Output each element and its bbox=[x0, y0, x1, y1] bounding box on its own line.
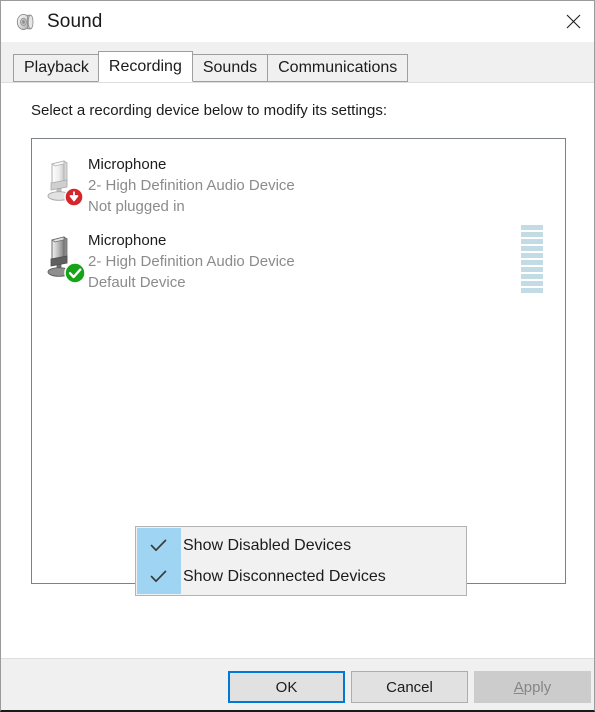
volume-meter-segment bbox=[521, 281, 543, 286]
device-description: 2- High Definition Audio Device bbox=[88, 177, 295, 194]
volume-meter-segment bbox=[521, 267, 543, 272]
microphone-disabled-icon bbox=[32, 153, 88, 209]
device-status: Default Device bbox=[88, 274, 186, 291]
tab-communications-label: Communications bbox=[278, 59, 398, 76]
window-title: Sound bbox=[47, 10, 103, 32]
volume-meter-segment bbox=[521, 253, 543, 258]
tab-sounds-label: Sounds bbox=[202, 59, 258, 76]
menu-item-show-disabled-devices[interactable]: Show Disabled Devices bbox=[136, 530, 466, 561]
menu-item-label: Show Disabled Devices bbox=[183, 536, 352, 554]
panel-prompt: Select a recording device below to modif… bbox=[31, 102, 388, 119]
volume-meter-segment bbox=[521, 225, 543, 230]
volume-meter-segment bbox=[521, 288, 543, 293]
device-status: Not plugged in bbox=[88, 198, 185, 215]
tab-panel-recording: Select a recording device below to modif… bbox=[1, 83, 594, 710]
volume-meter-segment bbox=[521, 239, 543, 244]
tab-recording[interactable]: Recording bbox=[97, 51, 193, 82]
cancel-button-label: Cancel bbox=[386, 678, 433, 696]
close-icon[interactable] bbox=[550, 1, 594, 42]
device-name: Microphone bbox=[88, 232, 167, 249]
device-list[interactable]: Microphone 2- High Definition Audio Devi… bbox=[31, 138, 567, 596]
list-item[interactable]: Microphone 2- High Definition Audio Devi… bbox=[32, 145, 567, 221]
volume-meter bbox=[521, 225, 543, 293]
speaker-icon bbox=[15, 11, 37, 33]
tab-communications[interactable]: Communications bbox=[267, 54, 409, 82]
context-menu[interactable]: Show Disabled Devices Show Disconnected … bbox=[135, 526, 467, 596]
volume-meter-segment bbox=[521, 260, 543, 265]
tab-strip: Playback Recording Sounds Communications bbox=[1, 42, 594, 83]
apply-rest: pply bbox=[523, 678, 552, 696]
device-name: Microphone bbox=[88, 156, 167, 173]
check-icon bbox=[136, 570, 180, 583]
device-text-block: Microphone 2- High Definition Audio Devi… bbox=[88, 229, 295, 293]
volume-meter-segment bbox=[521, 274, 543, 279]
apply-accel: A bbox=[513, 678, 524, 696]
volume-meter-segment bbox=[521, 232, 543, 237]
tab-playback-label: Playback bbox=[24, 59, 89, 76]
device-text-block: Microphone 2- High Definition Audio Devi… bbox=[88, 153, 295, 217]
volume-meter-segment bbox=[521, 246, 543, 251]
ok-button-label: OK bbox=[275, 678, 298, 696]
ok-button[interactable]: OK bbox=[228, 671, 345, 703]
check-icon bbox=[136, 539, 180, 552]
sound-dialog: Sound Playback Recording Sounds Communic… bbox=[0, 0, 595, 712]
list-item[interactable]: Microphone 2- High Definition Audio Devi… bbox=[32, 221, 567, 297]
tab-playback[interactable]: Playback bbox=[13, 54, 99, 82]
apply-button[interactable]: Apply bbox=[474, 671, 591, 703]
tab-recording-label: Recording bbox=[108, 57, 182, 75]
dialog-footer: OK Cancel Apply bbox=[1, 658, 594, 710]
microphone-icon bbox=[32, 229, 88, 285]
device-description: 2- High Definition Audio Device bbox=[88, 253, 295, 270]
menu-item-label: Show Disconnected Devices bbox=[183, 567, 386, 585]
menu-item-show-disconnected-devices[interactable]: Show Disconnected Devices bbox=[136, 561, 466, 592]
title-bar: Sound bbox=[1, 1, 594, 42]
tab-sounds[interactable]: Sounds bbox=[191, 54, 268, 82]
apply-button-label: Apply bbox=[514, 679, 552, 696]
cancel-button[interactable]: Cancel bbox=[351, 671, 468, 703]
